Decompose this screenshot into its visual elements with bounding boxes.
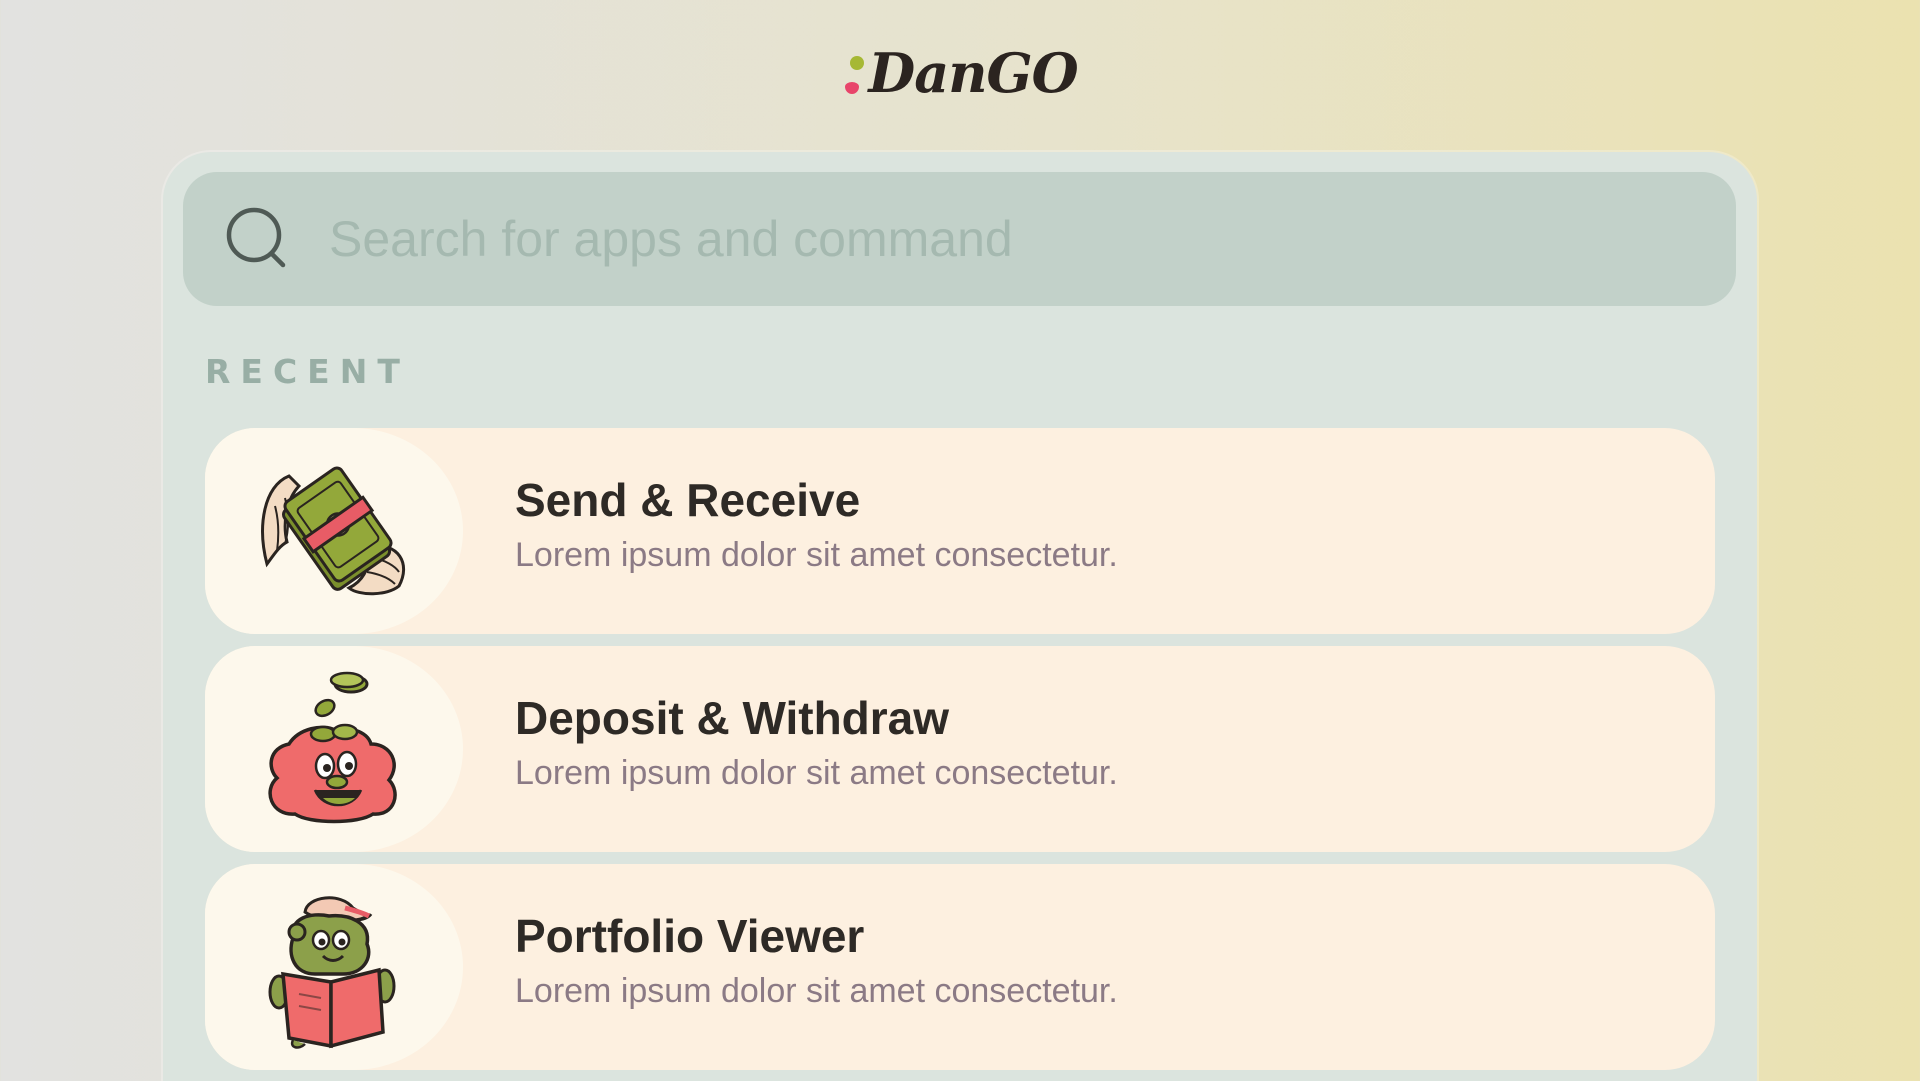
recent-section-label: RECENT [205,352,410,391]
money-bag-character-icon [268,671,397,824]
search-input[interactable] [329,210,1736,268]
logo-dot-green [850,56,865,70]
item-description: Lorem ipsum dolor sit amet consectetur. [515,971,1118,1010]
brand-header: DanGO [0,46,1920,100]
item-title: Portfolio Viewer [515,910,865,962]
logo-dots-icon [842,46,865,100]
item-thumbnail [205,646,463,852]
item-thumbnail [205,428,463,634]
item-description: Lorem ipsum dolor sit amet consectetur. [515,753,1118,792]
list-item-deposit-withdraw[interactable]: Deposit & Withdraw Lorem ipsum dolor sit… [205,646,1715,852]
item-title: Send & Receive [515,474,861,526]
item-description: Lorem ipsum dolor sit amet consectetur. [515,535,1118,574]
list-item-portfolio-viewer[interactable]: Portfolio Viewer Lorem ipsum dolor sit a… [205,864,1715,1070]
search-icon [226,207,286,268]
logo-dot-pink [845,82,860,94]
item-text: Portfolio Viewer Lorem ipsum dolor sit a… [515,910,1118,1012]
item-text: Send & Receive Lorem ipsum dolor sit ame… [515,474,1118,576]
item-thumbnail [205,864,463,1070]
search-bar[interactable] [183,172,1736,306]
winged-money-icon [261,466,406,596]
frog-reading-book-icon [268,896,396,1049]
recent-list: Send & Receive Lorem ipsum dolor sit ame… [205,428,1715,1081]
command-palette: RECENT [163,152,1757,1081]
item-text: Deposit & Withdraw Lorem ipsum dolor sit… [515,692,1118,794]
brand-logo[interactable]: DanGO [842,41,1079,105]
brand-name: DanGO [868,41,1078,105]
item-title: Deposit & Withdraw [515,692,950,744]
list-item-send-receive[interactable]: Send & Receive Lorem ipsum dolor sit ame… [205,428,1715,634]
